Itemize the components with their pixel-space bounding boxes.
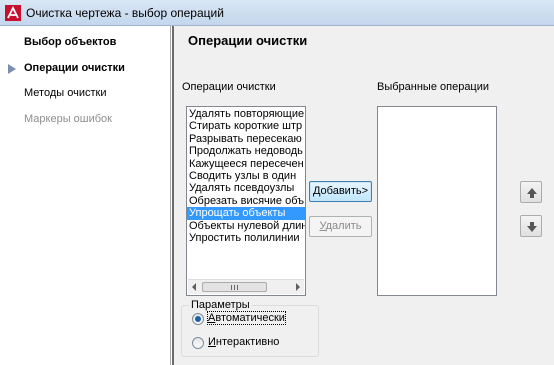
arrow-down-icon [527,222,537,232]
autocad-logo-icon [5,5,21,21]
sidebar-item-error-markers: Маркеры ошибок [24,113,112,125]
list-item[interactable]: Разрывать пересекаю [187,133,305,145]
arrow-up-icon [527,188,537,198]
list-item[interactable]: Стирать короткие штр [187,120,305,132]
interactive-radio-label[interactable]: Интерактивно [208,336,279,348]
add-button-accel: Д [312,185,321,197]
list-item[interactable]: Объекты нулевой длин [187,220,305,232]
list-item[interactable]: Удалять псевдоузлы [187,182,305,194]
interactive-radio[interactable] [192,337,204,349]
list-item[interactable]: Кажущееся пересечен [187,158,305,170]
list-item[interactable]: Продолжать недоводь [187,145,305,157]
parameters-legend: Параметры [189,299,252,311]
window-title: Очистка чертежа - выбор операций [26,6,224,20]
wizard-step-sidebar: Выбор объектов Операции очистки Методы о… [0,26,171,365]
operations-list-label: Операции очистки [182,81,276,93]
selected-operations-listbox[interactable] [377,106,497,296]
list-item[interactable]: Удалять повторяющие [187,108,305,120]
interactive-accel: И [208,336,216,348]
scroll-right-icon[interactable] [296,283,300,291]
move-down-button[interactable] [520,215,542,237]
remove-button: Удалить [309,216,372,237]
list-item[interactable]: Упростить полилинии [187,232,305,244]
automatic-radio[interactable] [192,313,204,325]
scrollbar-thumb[interactable] [202,282,267,292]
add-button-label: обавить> [320,185,369,197]
list-item[interactable]: Обрезать висячие объ [187,195,305,207]
selected-operations-label: Выбранные операции [377,81,490,93]
main-panel: Операции очистки Операции очистки Выбран… [172,26,554,365]
list-item[interactable]: Упрощать объекты [187,207,305,220]
sidebar-item-cleanup-operations[interactable]: Операции очистки [24,62,125,74]
interactive-label-rest: нтерактивно [215,336,280,348]
operations-list-items: Удалять повторяющие Стирать короткие штр Р… [187,107,305,244]
add-button[interactable]: Добавить> [309,181,372,202]
automatic-label-rest: втоматически [215,312,285,324]
page-title: Операции очистки [188,33,308,48]
operations-listbox[interactable]: Удалять повторяющие Стирать короткие штр Р… [186,106,306,296]
scroll-left-icon[interactable] [192,283,196,291]
automatic-radio-label[interactable]: Автоматически [207,311,286,325]
sidebar-item-select-objects[interactable]: Выбор объектов [24,36,116,48]
move-up-button[interactable] [520,181,542,203]
horizontal-scrollbar[interactable] [188,279,304,294]
sidebar-item-cleanup-methods[interactable]: Методы очистки [24,87,106,99]
current-step-arrow-icon [8,64,16,74]
title-bar: Очистка чертежа - выбор операций [0,0,554,26]
grip-icon [231,285,238,290]
list-item[interactable]: Сводить узлы в один [187,170,305,182]
remove-button-label: далить [325,220,362,232]
